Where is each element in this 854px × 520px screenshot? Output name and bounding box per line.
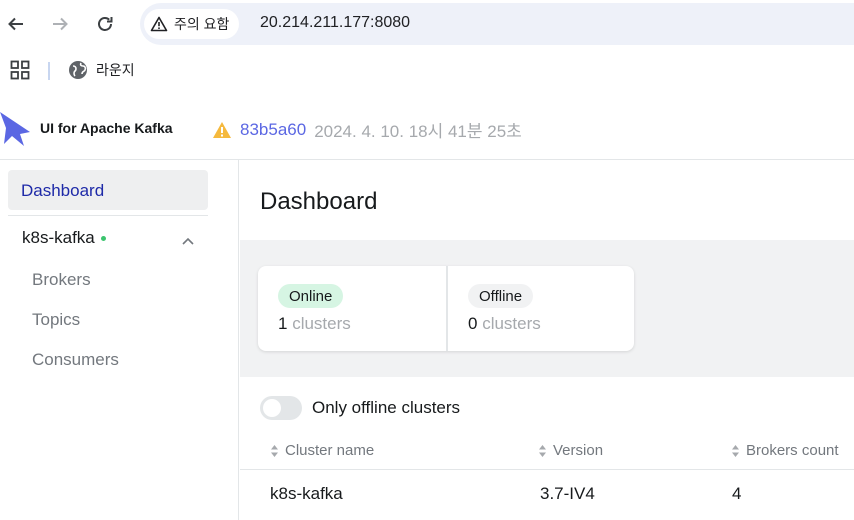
sort-icon [732,444,739,457]
url-bar[interactable] [140,3,854,45]
metric-online: Online 1 clusters [258,266,446,351]
warning-triangle-icon [150,16,168,32]
online-count: 1 [278,314,288,333]
online-badge: Online [278,284,344,308]
offline-badge: Offline [468,284,534,308]
cell-cluster-name[interactable]: k8s-kafka [270,484,343,504]
sidebar-cluster-item[interactable]: k8s-kafka [22,228,106,248]
sidebar-item-dashboard[interactable]: Dashboard [8,170,208,210]
back-arrow-icon [8,17,23,31]
chevron-up-icon [182,237,194,245]
security-chip[interactable]: 주의 요함 [144,9,240,39]
reload-button[interactable] [91,10,119,38]
page-title: Dashboard [260,188,378,215]
cell-version: 3.7-IV4 [540,484,595,503]
reload-icon [98,17,113,31]
offline-value: 0 clusters [468,314,541,334]
kafka-logo[interactable] [0,110,32,151]
sidebar-item-consumers[interactable]: Consumers [32,350,119,370]
bookmark-lounge[interactable]: 라운지 [68,60,135,80]
cluster-name: k8s-kafka [22,228,95,247]
column-header-version[interactable]: Version [538,442,603,459]
sort-icon [539,444,546,457]
offline-toggle-label: Only offline clusters [312,398,461,417]
sidebar-item-brokers[interactable]: Brokers [32,270,91,290]
bookmarks-bar: 라운지 [0,50,854,90]
offline-count: 0 [468,314,478,333]
table-header: Cluster name Version Brokers count [240,432,854,470]
column-label: Version [553,442,604,459]
column-label: Brokers count [746,442,839,459]
app-header: UI for Apache Kafka 83b5a60 2024. 4. 10.… [0,96,854,160]
version-info: 83b5a60 2024. 4. 10. 18시 41분 25초 [212,117,522,142]
sort-icon [271,444,278,457]
brand-title[interactable]: UI for Apache Kafka [40,120,173,136]
security-label: 주의 요함 [174,16,230,32]
metrics-card: Online 1 clusters Offline 0 clusters [258,266,634,351]
metric-offline: Offline 0 clusters [446,266,634,351]
bookmark-label: 라운지 [96,62,135,78]
forward-button[interactable] [46,10,74,38]
column-header-brokers-count[interactable]: Brokers count [731,442,839,459]
offline-filter: Only offline clusters [260,396,460,420]
back-button[interactable] [2,10,30,38]
sidebar-item-topics[interactable]: Topics [32,310,80,330]
online-unit: clusters [292,314,351,333]
column-label: Cluster name [285,442,375,459]
clusters-table: Cluster name Version Brokers count k8s-k… [240,432,854,518]
main-content: Dashboard Online 1 clusters Offline 0 cl… [240,160,854,520]
cell-brokers-count: 4 [732,484,742,503]
online-value: 1 clusters [278,314,351,334]
offline-unit: clusters [482,314,541,333]
commit-link[interactable]: 83b5a60 [240,120,306,140]
metrics-section: Online 1 clusters Offline 0 clusters [240,240,854,377]
warning-icon [213,121,231,138]
sidebar-divider [8,215,208,216]
browser-toolbar: 주의 요함 20.214.211.177:8080 [0,0,854,48]
cluster-status-dot [100,235,106,241]
toggle-knob [263,399,281,417]
apps-button[interactable] [10,60,30,85]
url-text[interactable]: 20.214.211.177:8080 [260,14,410,32]
collapse-cluster-button[interactable] [182,232,194,250]
globe-icon [69,61,87,79]
column-header-cluster-name[interactable]: Cluster name [270,442,374,459]
sidebar: Dashboard k8s-kafka Brokers Topics Consu… [0,160,239,520]
offline-toggle[interactable] [260,396,302,420]
bookmark-separator [48,62,50,80]
build-date: 2024. 4. 10. 18시 41분 25초 [314,122,522,141]
table-row[interactable]: k8s-kafka 3.7-IV4 4 [240,470,854,518]
apps-grid-icon [10,60,30,80]
forward-arrow-icon [53,17,68,31]
